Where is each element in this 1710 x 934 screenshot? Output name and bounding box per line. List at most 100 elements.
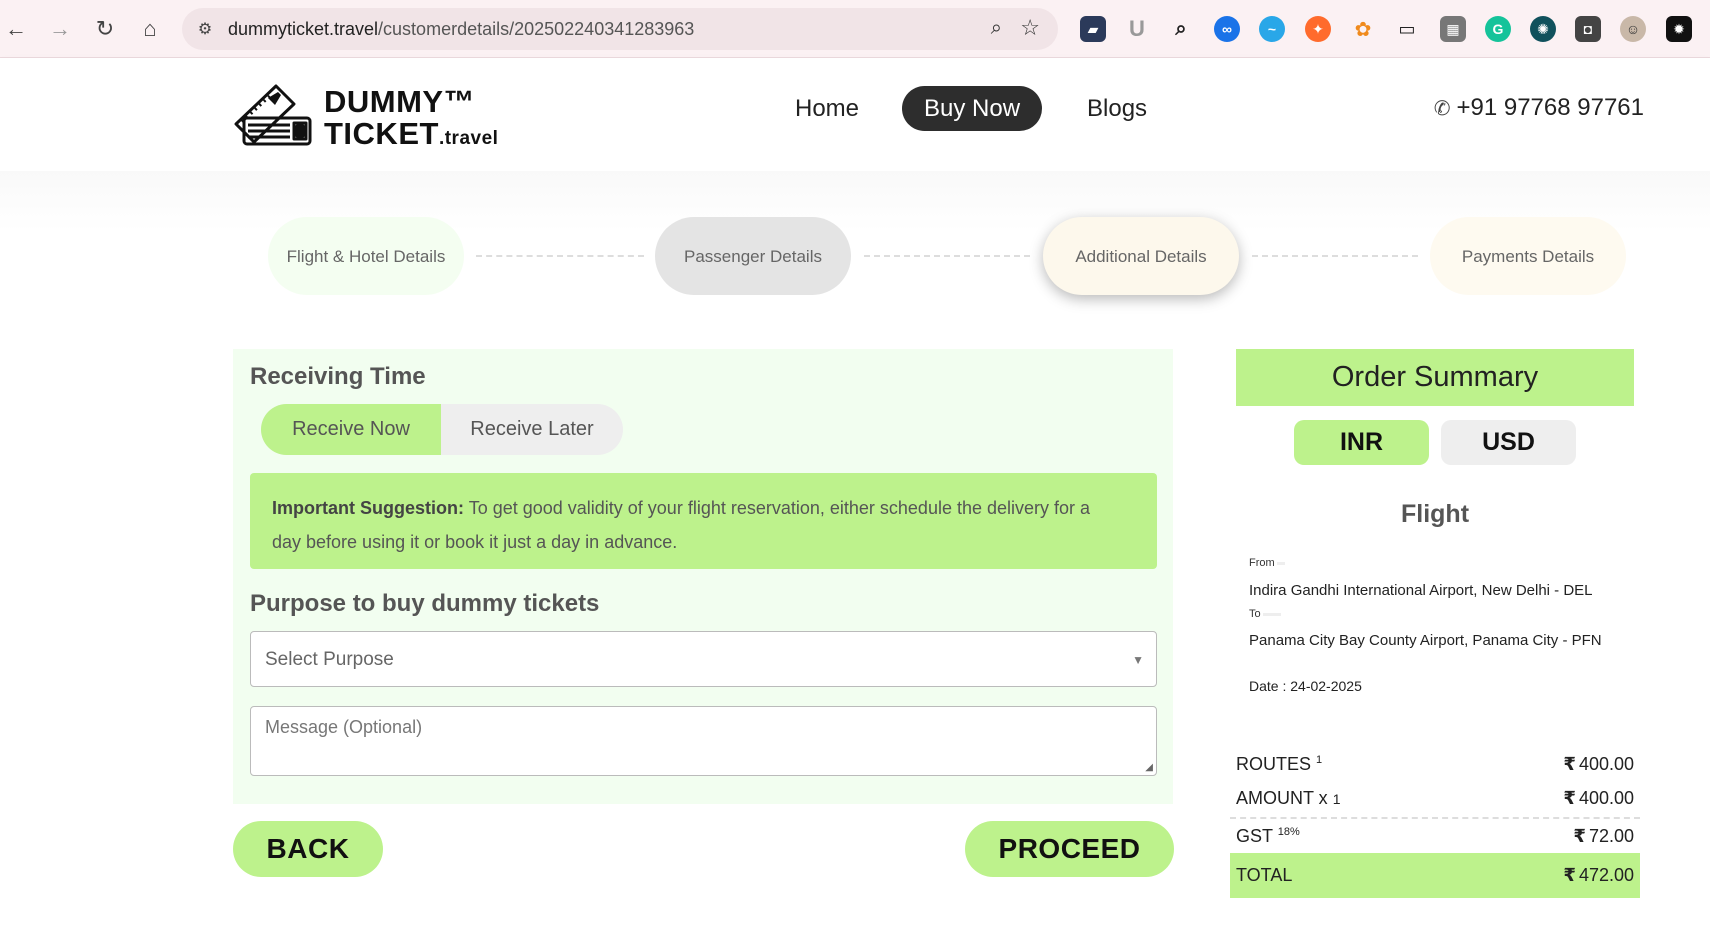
- chatgpt-icon[interactable]: ✹: [1666, 16, 1692, 42]
- url-text[interactable]: dummyticket.travel/customerdetails/20250…: [228, 19, 694, 40]
- routes-label: ROUTES 1: [1236, 754, 1322, 775]
- to-label-text: To: [1249, 608, 1261, 620]
- flight-date: Date : 24-02-2025: [1249, 678, 1362, 694]
- suggestion-text-2: day before using it or book it just a da…: [272, 532, 678, 552]
- step-connector: [864, 255, 1030, 257]
- purpose-select-value: Select Purpose: [265, 649, 394, 670]
- u-icon[interactable]: U: [1124, 16, 1150, 42]
- summary-row-total: TOTAL ₹472.00: [1230, 853, 1640, 898]
- currency-usd-button[interactable]: USD: [1441, 420, 1576, 465]
- total-value: ₹472.00: [1563, 865, 1634, 886]
- resize-handle-icon[interactable]: ◢: [1145, 762, 1153, 773]
- suggestion-text: To get good validity of your flight rese…: [468, 498, 1091, 518]
- additional-details-panel: Receiving Time Receive Now Receive Later…: [233, 349, 1173, 804]
- phone-number: +91 97768 97761: [1456, 94, 1644, 121]
- zoom-icon[interactable]: ⌕: [991, 17, 1002, 40]
- amount-count: 1: [1332, 791, 1341, 807]
- nav-home[interactable]: Home: [795, 86, 859, 131]
- rupee-icon: ₹: [1563, 865, 1576, 885]
- url-path: /customerdetails/202502240341283963: [378, 19, 695, 39]
- summary-row-amount: AMOUNT x 1 ₹400.00: [1230, 781, 1640, 817]
- message-textarea[interactable]: Message (Optional) ◢: [250, 706, 1157, 776]
- robot-icon[interactable]: ◘: [1575, 16, 1601, 42]
- back-button[interactable]: BACK: [233, 821, 383, 877]
- important-suggestion-box: Important Suggestion: To get good validi…: [250, 473, 1157, 569]
- message-placeholder: Message (Optional): [265, 717, 423, 737]
- rupee-icon: ₹: [1563, 754, 1576, 774]
- flight-heading: Flight: [1400, 500, 1470, 528]
- from-label: From: [1249, 557, 1285, 569]
- step-flight-hotel: Flight & Hotel Details: [268, 217, 464, 295]
- rupee-icon: ₹: [1563, 788, 1576, 808]
- logo-line-2: TICKET.travel: [324, 116, 498, 152]
- face-icon[interactable]: ☺: [1620, 16, 1646, 42]
- to-label: To: [1249, 608, 1281, 620]
- site-header: DUMMY™ TICKET.travel Home Buy Now Blogs …: [0, 58, 1710, 171]
- browser-toolbar: ← → ↻ ⌂ ⚙ dummyticket.travel/customerdet…: [0, 0, 1710, 58]
- to-airport: Panama City Bay County Airport, Panama C…: [1249, 632, 1602, 649]
- routes-amount: 400.00: [1578, 754, 1634, 774]
- summary-row-routes: ROUTES 1 ₹400.00: [1230, 747, 1640, 783]
- amount-label: AMOUNT x 1: [1236, 788, 1340, 809]
- bookmark-star-icon[interactable]: ☆: [1020, 15, 1040, 41]
- routes-value: ₹400.00: [1563, 754, 1634, 775]
- purpose-heading: Purpose to buy dummy tickets: [250, 590, 600, 617]
- from-airport: Indira Gandhi International Airport, New…: [1249, 582, 1593, 599]
- nav-blogs[interactable]: Blogs: [1087, 86, 1147, 131]
- proceed-button[interactable]: PROCEED: [965, 821, 1174, 877]
- logo[interactable]: DUMMY™ TICKET.travel: [232, 78, 498, 151]
- nav-buy-now[interactable]: Buy Now: [902, 86, 1043, 131]
- fire-icon[interactable]: ✦: [1305, 16, 1331, 42]
- step-connector: [476, 255, 644, 257]
- phone-icon: ✆: [1433, 98, 1451, 120]
- openai-icon[interactable]: ✺: [1530, 16, 1556, 42]
- receiving-time-heading: Receiving Time: [250, 363, 426, 390]
- site-settings-icon[interactable]: ⚙: [194, 18, 216, 40]
- logo-ticket-text: TICKET: [324, 116, 439, 151]
- receive-later-option[interactable]: Receive Later: [441, 404, 623, 455]
- gst-label-text: GST: [1236, 826, 1273, 846]
- routes-label-text: ROUTES: [1236, 754, 1312, 774]
- suggestion-bold: Important Suggestion:: [272, 498, 464, 518]
- purpose-select[interactable]: Select Purpose ▼: [250, 631, 1157, 687]
- gst-amount: 72.00: [1588, 826, 1634, 846]
- total-amount: 472.00: [1578, 865, 1634, 885]
- folder-icon[interactable]: ▰: [1080, 16, 1106, 42]
- leaf-icon[interactable]: ✿: [1350, 16, 1376, 42]
- gst-value: ₹72.00: [1573, 826, 1634, 847]
- gst-rate: 18%: [1277, 826, 1300, 838]
- rupee-icon: ₹: [1573, 826, 1586, 846]
- phone-contact[interactable]: ✆ +91 97768 97761: [1434, 94, 1644, 122]
- logo-line-1: DUMMY™: [324, 84, 476, 119]
- summary-row-gst: GST 18% ₹72.00: [1230, 817, 1640, 853]
- gst-label: GST 18%: [1236, 826, 1300, 847]
- receiving-time-toggle: Receive Now Receive Later: [261, 404, 623, 455]
- infinity-icon[interactable]: ∞: [1214, 16, 1240, 42]
- pip-icon[interactable]: ▭: [1394, 16, 1420, 42]
- address-bar[interactable]: ⚙ dummyticket.travel/customerdetails/202…: [182, 8, 1058, 50]
- home-icon[interactable]: ⌂: [136, 15, 164, 43]
- amount-total: 400.00: [1578, 788, 1634, 808]
- grammarly-icon[interactable]: G: [1485, 16, 1511, 42]
- currency-inr-button[interactable]: INR: [1294, 420, 1429, 465]
- ticket-logo-icon: [234, 84, 312, 146]
- back-arrow-icon[interactable]: ←: [2, 15, 30, 43]
- progress-steps: Flight & Hotel Details Passenger Details…: [0, 171, 1710, 321]
- step-payments: Payments Details: [1430, 217, 1626, 295]
- url-domain: dummyticket.travel: [228, 19, 379, 39]
- amount-value: ₹400.00: [1563, 788, 1634, 809]
- routes-count: 1: [1316, 754, 1323, 766]
- reload-icon[interactable]: ↻: [91, 15, 119, 43]
- forward-arrow-icon[interactable]: →: [46, 15, 74, 43]
- logo-suffix: .travel: [438, 128, 499, 149]
- water-icon[interactable]: ~: [1259, 16, 1285, 42]
- receive-now-option[interactable]: Receive Now: [261, 404, 441, 455]
- grid-icon[interactable]: ▦: [1440, 16, 1466, 42]
- step-connector: [1252, 255, 1418, 257]
- order-summary-title: Order Summary: [1236, 349, 1634, 406]
- chevron-down-icon: ▼: [1132, 653, 1144, 667]
- amount-label-text: AMOUNT x: [1236, 788, 1328, 808]
- from-label-text: From: [1249, 557, 1275, 569]
- total-label: TOTAL: [1236, 865, 1293, 885]
- search-icon[interactable]: ⌕: [1168, 16, 1194, 42]
